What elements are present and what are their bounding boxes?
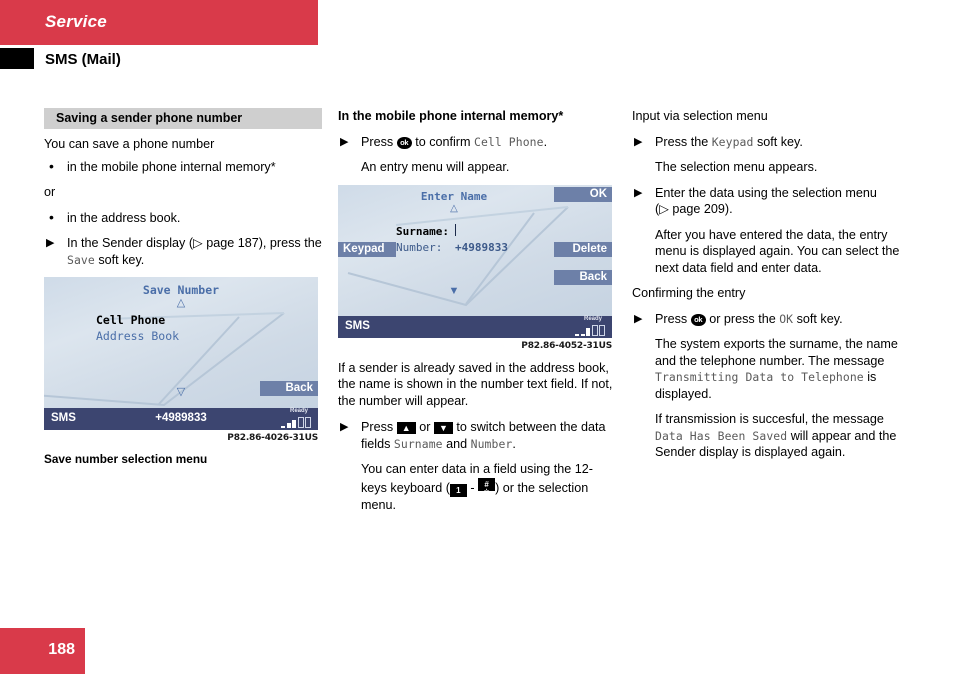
list-item-label: in the mobile phone internal memory* (67, 159, 276, 174)
step-note: An entry menu will appear. (361, 160, 510, 174)
section-title: Service (45, 12, 107, 31)
up-arrow-key-icon: ▲ (396, 422, 416, 434)
intro-text: You can save a phone number (44, 137, 215, 151)
scroll-up-arrow-icon: △ (176, 297, 186, 309)
scroll-up-arrow-icon: △ (450, 202, 458, 214)
page-title: SMS (Mail) (45, 51, 121, 68)
step-note: You can enter data in a field using the … (361, 462, 593, 512)
scroll-down-arrow-icon: ▼ (448, 284, 460, 297)
display-option-address-book[interactable]: Address Book (96, 329, 179, 343)
column-one: Saving a sender phone number You can sav… (44, 108, 322, 466)
triangle-right-icon: ▶ (634, 135, 643, 148)
column-three: Input via selection menu ▶ Press the Key… (632, 108, 914, 470)
ok-button-icon: ok (690, 313, 706, 326)
ok-button-icon: ok (396, 136, 412, 149)
status-phone-number: +4989833 (155, 412, 207, 424)
field-label-surname: Surname: (396, 224, 449, 238)
triangle-right-icon: ▶ (340, 421, 349, 433)
instruction-step: ▶ Enter the data using the selection men… (632, 185, 914, 218)
softkey-keypad[interactable]: Keypad (338, 241, 396, 257)
softkey-delete[interactable]: Delete (554, 241, 612, 257)
page-reference-icon: ▷ (659, 202, 673, 216)
text-cursor (455, 223, 456, 236)
column-three-heading-two: Confirming the entry (632, 286, 746, 300)
key-hash-star-icon: # ☆ (478, 477, 496, 495)
step-note: The system exports the surname, the name… (655, 337, 898, 401)
triangle-right-icon: ▶ (634, 312, 643, 325)
figure-code: P82.86-4026-31US (227, 433, 318, 443)
instruction-text: Press ▲ or ▼ to switch between the data … (361, 420, 606, 451)
field-label-number: Number: (396, 240, 443, 254)
softkey-back[interactable]: Back (554, 269, 612, 285)
triangle-right-icon: ▶ (340, 135, 349, 148)
instruction-text: Press ok to confirm Cell Phone. (361, 134, 548, 149)
list-item: • in the address book. (44, 208, 322, 227)
display-option-cell-phone[interactable]: Cell Phone (96, 313, 165, 327)
instruction-step: ▶ Press the Keypad soft key. (632, 134, 914, 151)
column-three-heading-one: Input via selection menu (632, 109, 768, 123)
figure-code: P82.86-4052-31US (521, 340, 612, 351)
softkey-back[interactable]: Back (260, 381, 318, 396)
instruction-text: Enter the data using the selection menu … (655, 185, 877, 217)
instruction-step: ▶ Press ok or press the OK soft key. (632, 311, 914, 328)
page-number-block: 188 (0, 628, 85, 674)
column-two: In the mobile phone internal memory* ▶ P… (338, 108, 616, 522)
status-mode-label: SMS (345, 319, 370, 332)
instruction-text: Press ok or press the OK soft key. (655, 311, 843, 326)
instruction-text: In the Sender display (▷ page 187), pres… (67, 236, 322, 267)
down-arrow-key-icon: ▼ (433, 422, 453, 434)
conjunction-text: or (44, 185, 56, 199)
status-ready-label: Ready (289, 408, 308, 414)
instruction-text: Press the Keypad soft key. (655, 134, 803, 149)
step-note: The selection menu appears. (655, 160, 818, 174)
field-value-number: +4989833 (455, 240, 508, 254)
display-status-bar: SMS +4989833 Ready (44, 408, 318, 430)
triangle-right-icon: ▶ (634, 186, 643, 199)
display-title: Enter Name (420, 189, 488, 203)
bullet-icon: • (49, 157, 54, 174)
list-item-label: in the address book. (67, 210, 181, 225)
body-paragraph: If a sender is already saved in the addr… (338, 360, 613, 408)
save-number-display-screenshot: Save Number △ Cell Phone Address Book ▽ … (44, 277, 318, 430)
page-number: 188 (48, 641, 75, 658)
instruction-step: ▶ Press ok to confirm Cell Phone. (338, 134, 616, 151)
display-title: Save Number (142, 283, 220, 297)
page-reference-icon: ▷ (193, 236, 207, 250)
enter-name-display-screenshot: Enter Name △ Surname: Number: +4989833 ▼… (338, 184, 612, 338)
figure-caption: Save number selection menu (44, 452, 208, 466)
signal-strength-icon (281, 417, 311, 428)
bullet-icon: • (49, 208, 54, 225)
list-item: • in the mobile phone internal memory* (44, 157, 322, 176)
display-status-bar: SMS Ready (338, 315, 612, 338)
subsection-heading: Saving a sender phone number (44, 108, 322, 129)
step-note: If transmission is succesful, the messag… (655, 412, 897, 459)
triangle-right-icon: ▶ (46, 237, 55, 249)
status-ready-label: Ready (583, 315, 602, 322)
instruction-step: ▶ Press ▲ or ▼ to switch between the dat… (338, 419, 616, 452)
step-note: After you have entered the data, the ent… (655, 227, 900, 275)
softkey-ok[interactable]: OK (554, 186, 612, 202)
key-1-icon: 1 (449, 483, 467, 497)
column-two-heading: In the mobile phone internal memory* (338, 109, 564, 123)
section-marker-block (0, 48, 34, 69)
signal-strength-icon (575, 324, 605, 336)
instruction-step: ▶ In the Sender display (▷ page 187), pr… (44, 235, 322, 268)
